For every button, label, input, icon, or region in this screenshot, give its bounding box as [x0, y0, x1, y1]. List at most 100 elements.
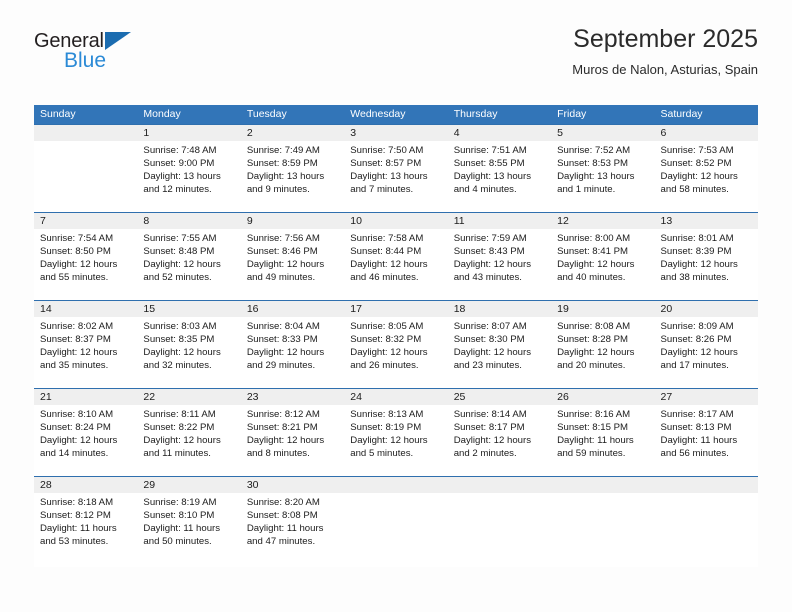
day-cell[interactable]: Sunrise: 8:07 AM Sunset: 8:30 PM Daylight:…	[448, 317, 551, 388]
day-cell[interactable]: Sunrise: 7:59 AM Sunset: 8:43 PM Daylight:…	[448, 229, 551, 300]
sunset-text: Sunset: 8:26 PM	[660, 334, 732, 346]
sunrise-text: Sunrise: 8:02 AM	[40, 321, 114, 332]
day-cell[interactable]: Sunrise: 8:14 AM Sunset: 8:17 PM Daylight:…	[448, 405, 551, 476]
day-cell[interactable]: Sunrise: 7:55 AM Sunset: 8:48 PM Daylight:…	[137, 229, 240, 300]
day-number[interactable]: 10	[344, 213, 447, 229]
sunrise-text: Sunrise: 7:49 AM	[246, 145, 320, 156]
day-cell[interactable]: Sunrise: 7:50 AM Sunset: 8:57 PM Daylight:…	[344, 141, 447, 212]
day-number[interactable]: 11	[448, 213, 551, 229]
day-number[interactable]: 17	[344, 301, 447, 317]
day-detail-row: Sunrise: 8:10 AM Sunset: 8:24 PM Daylight:…	[34, 405, 758, 476]
day-cell[interactable]: Sunrise: 8:05 AM Sunset: 8:32 PM Daylight:…	[344, 317, 447, 388]
day-number[interactable]: 24	[344, 389, 447, 405]
day-cell[interactable]: Sunrise: 7:54 AM Sunset: 8:50 PM Daylight:…	[34, 229, 137, 300]
day-cell[interactable]: Sunrise: 8:01 AM Sunset: 8:39 PM Daylight:…	[655, 229, 758, 300]
calendar-weeks: 1 2 3 4 5 6 Sunrise: 7:48 AM Sunset: 9:00 PM Day…	[34, 124, 758, 567]
day-number[interactable]: 5	[551, 125, 654, 141]
weekday-header-saturday: Saturday	[660, 108, 703, 120]
day-cell[interactable]: Sunrise: 8:13 AM Sunset: 8:19 PM Daylight:…	[344, 405, 447, 476]
day-number[interactable]: 21	[34, 389, 137, 405]
day-detail-row: Sunrise: 7:54 AM Sunset: 8:50 PM Daylight:…	[34, 229, 758, 300]
day-cell[interactable]: Sunrise: 7:49 AM Sunset: 8:59 PM Daylight:…	[241, 141, 344, 212]
day-cell-empty	[344, 493, 447, 567]
day-cell[interactable]: Sunrise: 7:56 AM Sunset: 8:46 PM Daylight:…	[241, 229, 344, 300]
day-number[interactable]: 6	[655, 125, 758, 141]
daylight-text: Daylight: 12 hours and 29 minutes.	[246, 347, 325, 372]
day-number[interactable]: 4	[448, 125, 551, 141]
weekday-header-wednesday: Wednesday	[350, 108, 406, 120]
day-number[interactable]: 16	[241, 301, 344, 317]
day-number[interactable]: 2	[241, 125, 344, 141]
sunrise-text: Sunrise: 8:01 AM	[660, 233, 734, 244]
day-cell[interactable]: Sunrise: 8:02 AM Sunset: 8:37 PM Daylight:…	[34, 317, 137, 388]
day-cell[interactable]: Sunrise: 7:53 AM Sunset: 8:52 PM Daylight:…	[655, 141, 758, 212]
day-number[interactable]: 23	[241, 389, 344, 405]
sunset-text: Sunset: 8:55 PM	[453, 158, 525, 170]
sunset-text: Sunset: 8:57 PM	[350, 158, 422, 170]
sunrise-text: Sunrise: 8:20 AM	[246, 497, 320, 508]
day-cell[interactable]: Sunrise: 8:00 AM Sunset: 8:41 PM Daylight:…	[551, 229, 654, 300]
day-detail-row: Sunrise: 8:18 AM Sunset: 8:12 PM Daylight:…	[34, 493, 758, 567]
day-number-empty	[551, 477, 654, 493]
day-cell[interactable]: Sunrise: 8:19 AM Sunset: 8:10 PM Daylight:…	[137, 493, 240, 567]
day-number[interactable]: 15	[137, 301, 240, 317]
daylight-text: Daylight: 11 hours and 53 minutes.	[40, 523, 117, 548]
day-cell[interactable]: Sunrise: 8:20 AM Sunset: 8:08 PM Daylight:…	[241, 493, 344, 567]
sunset-text: Sunset: 8:12 PM	[40, 510, 111, 522]
day-number[interactable]: 8	[137, 213, 240, 229]
day-number[interactable]: 19	[551, 301, 654, 317]
general-blue-logo[interactable]: General Blue	[34, 30, 154, 76]
day-number[interactable]: 25	[448, 389, 551, 405]
day-number[interactable]: 14	[34, 301, 137, 317]
daylight-text: Daylight: 13 hours and 4 minutes.	[453, 171, 532, 196]
day-cell[interactable]: Sunrise: 8:12 AM Sunset: 8:21 PM Daylight:…	[241, 405, 344, 476]
day-cell[interactable]: Sunrise: 8:08 AM Sunset: 8:28 PM Daylight:…	[551, 317, 654, 388]
day-cell[interactable]: Sunrise: 7:52 AM Sunset: 8:53 PM Daylight:…	[551, 141, 654, 212]
day-number[interactable]: 7	[34, 213, 137, 229]
day-number[interactable]: 9	[241, 213, 344, 229]
day-cell[interactable]: Sunrise: 7:51 AM Sunset: 8:55 PM Daylight:…	[448, 141, 551, 212]
sunrise-text: Sunrise: 7:55 AM	[143, 233, 217, 244]
daylight-text: Daylight: 11 hours and 47 minutes.	[246, 523, 324, 548]
day-number[interactable]: 3	[344, 125, 447, 141]
day-cell[interactable]: Sunrise: 8:18 AM Sunset: 8:12 PM Daylight:…	[34, 493, 137, 567]
day-number[interactable]: 12	[551, 213, 654, 229]
day-cell[interactable]: Sunrise: 8:04 AM Sunset: 8:33 PM Daylight:…	[241, 317, 344, 388]
sunset-text: Sunset: 8:13 PM	[660, 422, 732, 434]
day-number[interactable]: 18	[448, 301, 551, 317]
sunset-text: Sunset: 8:52 PM	[660, 158, 732, 170]
daylight-text: Daylight: 11 hours and 59 minutes.	[557, 435, 634, 460]
sunrise-text: Sunrise: 8:19 AM	[143, 497, 217, 508]
daylight-text: Daylight: 12 hours and 55 minutes.	[40, 259, 118, 284]
day-number[interactable]: 27	[655, 389, 758, 405]
day-cell[interactable]: Sunrise: 7:48 AM Sunset: 9:00 PM Daylight:…	[137, 141, 240, 212]
sunrise-text: Sunrise: 8:17 AM	[660, 409, 734, 420]
day-number[interactable]: 13	[655, 213, 758, 229]
day-cell[interactable]: Sunrise: 8:16 AM Sunset: 8:15 PM Daylight:…	[551, 405, 654, 476]
day-cell[interactable]: Sunrise: 8:11 AM Sunset: 8:22 PM Daylight:…	[137, 405, 240, 476]
logo-triangle-icon	[105, 32, 131, 50]
calendar-week-row: 7 8 9 10 11 12 13 Sunrise: 7:54 AM Sunset: 8:50 …	[34, 212, 758, 300]
day-cell[interactable]: Sunrise: 7:58 AM Sunset: 8:44 PM Daylight:…	[344, 229, 447, 300]
daylight-text: Daylight: 12 hours and 38 minutes.	[660, 259, 738, 284]
day-cell[interactable]: Sunrise: 8:17 AM Sunset: 8:13 PM Daylight:…	[655, 405, 758, 476]
day-number[interactable]: 20	[655, 301, 758, 317]
day-number[interactable]: 22	[137, 389, 240, 405]
day-number[interactable]: 30	[241, 477, 344, 493]
sunrise-text: Sunrise: 7:51 AM	[453, 145, 527, 156]
daylight-text: Daylight: 12 hours and 32 minutes.	[143, 347, 221, 372]
sunrise-text: Sunrise: 7:52 AM	[557, 145, 631, 156]
daylight-text: Daylight: 13 hours and 9 minutes.	[246, 171, 325, 196]
sunset-text: Sunset: 8:39 PM	[660, 246, 732, 258]
day-number[interactable]: 28	[34, 477, 137, 493]
day-number[interactable]: 29	[137, 477, 240, 493]
day-cell-empty	[448, 493, 551, 567]
sunrise-text: Sunrise: 8:13 AM	[350, 409, 424, 420]
weekday-header-tuesday: Tuesday	[246, 108, 287, 120]
day-cell[interactable]: Sunrise: 8:10 AM Sunset: 8:24 PM Daylight:…	[34, 405, 137, 476]
day-cell[interactable]: Sunrise: 8:03 AM Sunset: 8:35 PM Daylight:…	[137, 317, 240, 388]
day-number[interactable]: 26	[551, 389, 654, 405]
page-title: September 2025	[573, 25, 758, 53]
day-cell[interactable]: Sunrise: 8:09 AM Sunset: 8:26 PM Daylight:…	[655, 317, 758, 388]
day-number[interactable]: 1	[137, 125, 240, 141]
